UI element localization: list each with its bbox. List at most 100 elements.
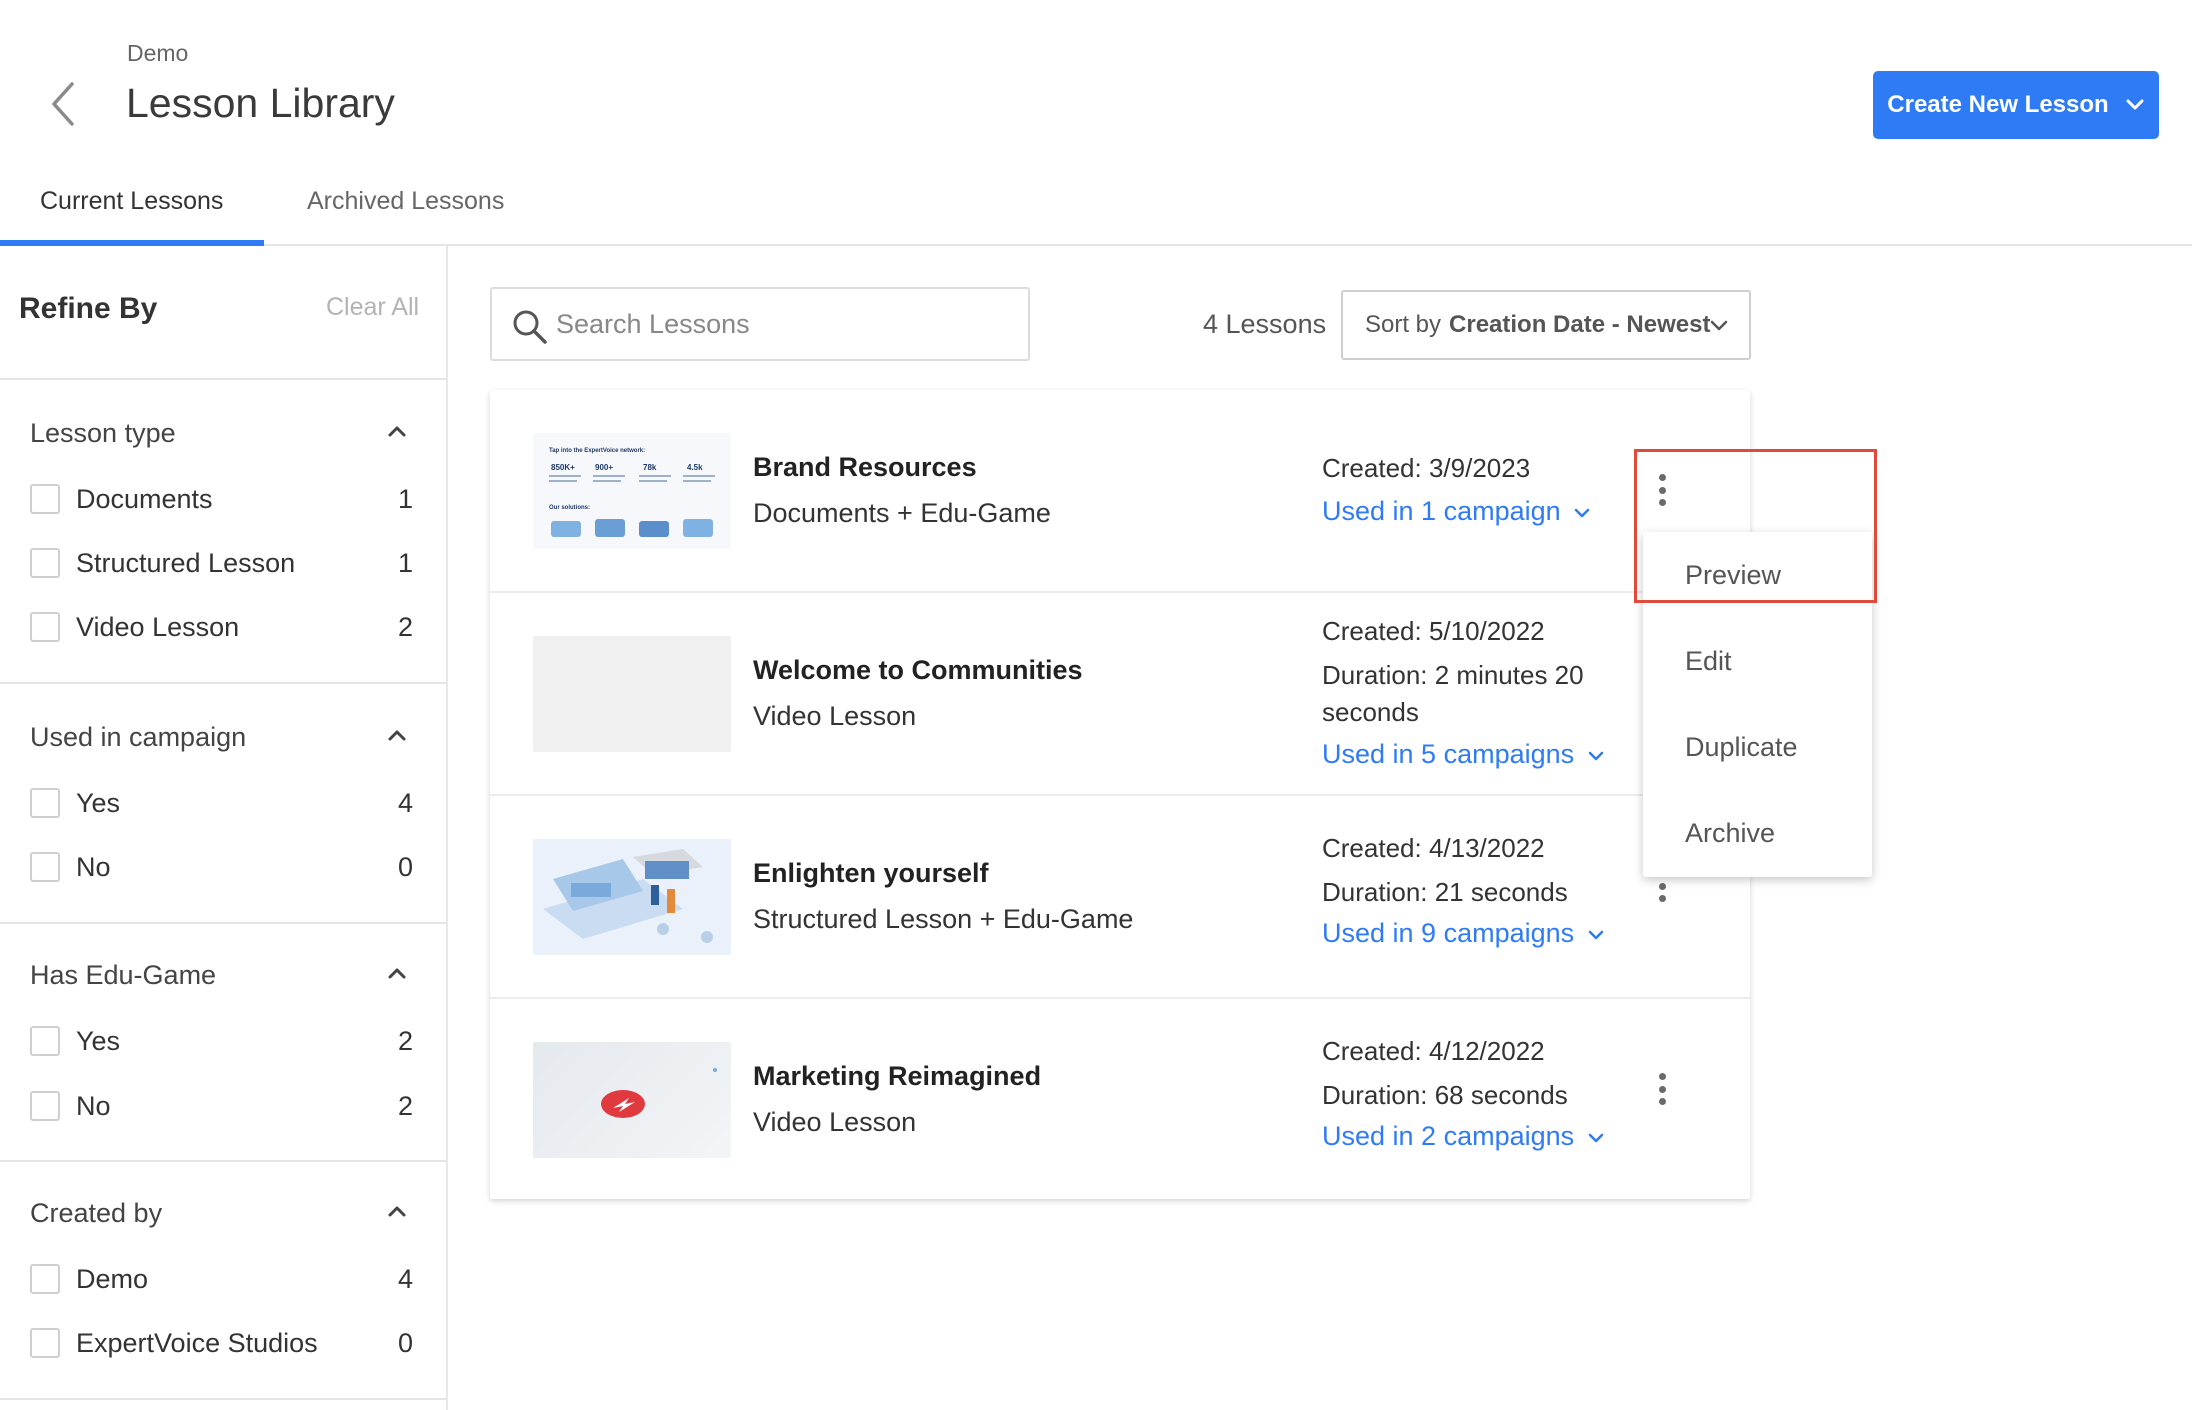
filter-option-label[interactable]: Demo bbox=[76, 1264, 148, 1295]
chevron-up-icon[interactable] bbox=[386, 962, 408, 984]
sort-dropdown[interactable]: Sort by Creation Date - Newest bbox=[1341, 290, 1751, 360]
lesson-count: 4 Lessons bbox=[1203, 309, 1327, 339]
checkbox-created-by-demo[interactable] bbox=[30, 1264, 60, 1294]
thumbnail-stat: 4.5k bbox=[687, 463, 703, 472]
used-in-campaigns-label: Used in 2 campaigns bbox=[1322, 1121, 1575, 1151]
create-new-lesson-label: Create New Lesson bbox=[1887, 91, 2109, 118]
chevron-down-icon bbox=[1710, 320, 1728, 331]
filter-option-label[interactable]: No bbox=[76, 852, 111, 883]
sidebar-divider bbox=[0, 922, 446, 924]
thumbnail-heading: Tap into the ExpertVoice network: bbox=[549, 448, 645, 454]
lesson-created: Created: 4/13/2022 bbox=[1322, 833, 1545, 863]
filter-group-used-in-campaign[interactable]: Used in campaign bbox=[30, 722, 246, 753]
sidebar-divider bbox=[0, 378, 446, 380]
lesson-actions-menu: Preview Edit Duplicate Archive bbox=[1643, 532, 1872, 877]
filter-option-count: 4 bbox=[397, 788, 413, 818]
lesson-title[interactable]: Marketing Reimagined bbox=[753, 1061, 1041, 1092]
more-options-button[interactable] bbox=[1650, 470, 1674, 510]
tab-current-lessons[interactable]: Current Lessons bbox=[40, 187, 223, 216]
filter-option-label[interactable]: Yes bbox=[76, 1026, 120, 1057]
filter-option-label[interactable]: Structured Lesson bbox=[76, 548, 295, 579]
sort-value: Creation Date - Newest bbox=[1449, 311, 1711, 338]
filter-group-has-edu-game[interactable]: Has Edu-Game bbox=[30, 960, 216, 991]
back-button[interactable] bbox=[44, 78, 84, 130]
tab-archived-lessons[interactable]: Archived Lessons bbox=[307, 187, 504, 216]
more-options-icon bbox=[1658, 1073, 1666, 1080]
chevron-down-icon bbox=[1574, 508, 1590, 518]
chevron-down-icon bbox=[1588, 930, 1603, 940]
lesson-type: Structured Lesson + Edu-Game bbox=[753, 904, 1134, 934]
search-icon bbox=[513, 310, 547, 344]
chevron-up-icon[interactable] bbox=[386, 1200, 408, 1222]
lesson-thumbnail[interactable]: Tap into the ExpertVoice network: 850K+ … bbox=[533, 433, 731, 549]
more-options-button[interactable] bbox=[1650, 1069, 1674, 1109]
sidebar-divider bbox=[0, 682, 446, 684]
menu-item-edit[interactable]: Edit bbox=[1685, 646, 1732, 677]
checkbox-created-by-expertvoice[interactable] bbox=[30, 1328, 60, 1358]
used-in-campaigns-link[interactable]: Used in 9 campaigns bbox=[1322, 918, 1604, 949]
lesson-row: Enlighten yourself Structured Lesson + E… bbox=[490, 796, 1750, 997]
thumbnail-subheading: Our solutions: bbox=[549, 505, 590, 511]
filter-option-label[interactable]: Documents bbox=[76, 484, 213, 515]
filter-group-lesson-type[interactable]: Lesson type bbox=[30, 418, 176, 449]
lesson-title[interactable]: Enlighten yourself bbox=[753, 858, 989, 889]
used-in-campaigns-link[interactable]: Used in 5 campaigns bbox=[1322, 739, 1604, 770]
lesson-duration: Duration: 21 seconds bbox=[1322, 877, 1568, 907]
menu-item-duplicate[interactable]: Duplicate bbox=[1685, 732, 1798, 763]
sort-prefix: Sort by bbox=[1365, 311, 1442, 338]
filter-option-label[interactable]: ExpertVoice Studios bbox=[76, 1328, 318, 1359]
checkbox-documents[interactable] bbox=[30, 484, 60, 514]
lesson-type: Video Lesson bbox=[753, 701, 917, 731]
filter-option-count: 0 bbox=[397, 1328, 413, 1358]
used-in-campaigns-label: Used in 9 campaigns bbox=[1322, 918, 1575, 948]
thumbnail-stat: 900+ bbox=[595, 463, 613, 472]
lesson-row: Marketing Reimagined Video Lesson Create… bbox=[490, 999, 1750, 1199]
sidebar-divider bbox=[0, 1160, 446, 1162]
lesson-duration: Duration: 2 minutes 20 seconds bbox=[1322, 660, 1584, 727]
filter-option-count: 2 bbox=[397, 612, 413, 642]
used-in-campaigns-label: Used in 5 campaigns bbox=[1322, 739, 1575, 769]
lesson-title[interactable]: Brand Resources bbox=[753, 452, 977, 483]
menu-item-archive[interactable]: Archive bbox=[1685, 818, 1775, 849]
clear-all-link[interactable]: Clear All bbox=[326, 293, 419, 322]
checkbox-used-no[interactable] bbox=[30, 852, 60, 882]
search-input[interactable] bbox=[556, 303, 996, 345]
checkbox-video-lesson[interactable] bbox=[30, 612, 60, 642]
filter-option-count: 4 bbox=[397, 1264, 413, 1294]
lesson-thumbnail[interactable] bbox=[533, 1042, 731, 1158]
filter-option-count: 1 bbox=[397, 548, 413, 578]
tabs-divider bbox=[0, 244, 2192, 246]
menu-item-preview[interactable]: Preview bbox=[1685, 560, 1781, 591]
filter-option-label[interactable]: No bbox=[76, 1091, 111, 1122]
breadcrumb[interactable]: Demo bbox=[127, 40, 188, 67]
used-in-campaigns-link[interactable]: Used in 1 campaign bbox=[1322, 496, 1590, 527]
lesson-row: Tap into the ExpertVoice network: 850K+ … bbox=[490, 390, 1750, 591]
chevron-up-icon[interactable] bbox=[386, 724, 408, 746]
checkbox-edu-game-no[interactable] bbox=[30, 1091, 60, 1121]
chevron-down-icon bbox=[2126, 99, 2144, 110]
filter-option-label[interactable]: Yes bbox=[76, 788, 120, 819]
checkbox-edu-game-yes[interactable] bbox=[30, 1026, 60, 1056]
lesson-created: Created: 5/10/2022 bbox=[1322, 616, 1545, 646]
filter-group-created-by[interactable]: Created by bbox=[30, 1198, 162, 1229]
create-new-lesson-button[interactable]: Create New Lesson bbox=[1873, 71, 2159, 139]
more-options-icon bbox=[1658, 474, 1666, 481]
page-title: Lesson Library bbox=[126, 80, 395, 126]
lesson-title[interactable]: Welcome to Communities bbox=[753, 655, 1083, 686]
refine-by-title: Refine By bbox=[19, 292, 158, 325]
chevron-up-icon[interactable] bbox=[386, 420, 408, 442]
active-tab-indicator bbox=[0, 240, 264, 246]
lesson-type: Video Lesson bbox=[753, 1107, 917, 1137]
filter-option-label[interactable]: Video Lesson bbox=[76, 612, 239, 643]
filter-option-count: 2 bbox=[397, 1091, 413, 1121]
search-box[interactable] bbox=[490, 287, 1030, 361]
used-in-campaigns-link[interactable]: Used in 2 campaigns bbox=[1322, 1121, 1604, 1152]
filter-option-count: 2 bbox=[397, 1026, 413, 1056]
lesson-thumbnail[interactable] bbox=[533, 839, 731, 955]
checkbox-structured-lesson[interactable] bbox=[30, 548, 60, 578]
filter-option-count: 0 bbox=[397, 852, 413, 882]
thumbnail-stat: 78k bbox=[643, 463, 657, 472]
lesson-thumbnail[interactable] bbox=[533, 636, 731, 752]
lessons-list: Tap into the ExpertVoice network: 850K+ … bbox=[490, 390, 1750, 1199]
checkbox-used-yes[interactable] bbox=[30, 788, 60, 818]
